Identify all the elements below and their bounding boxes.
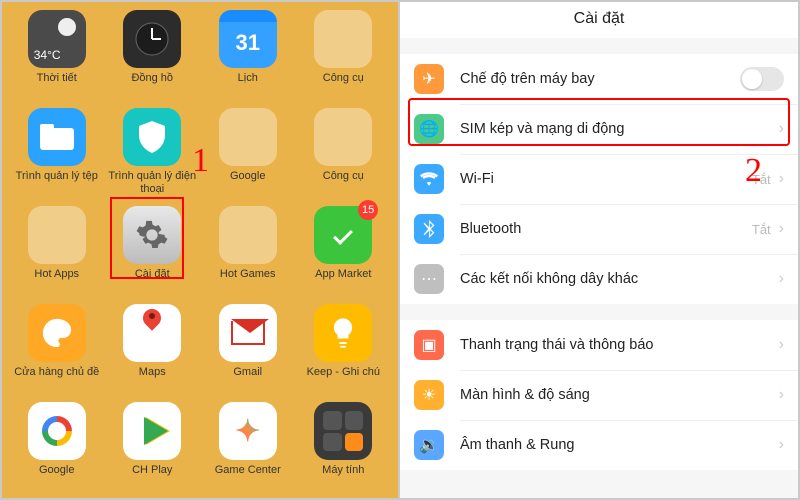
gmail-icon [219, 304, 277, 362]
market-icon: 15 [314, 206, 372, 264]
calculator-icon [314, 402, 372, 460]
airplane-icon: ✈ [414, 64, 444, 94]
notification-icon: ▣ [414, 330, 444, 360]
app-label: Google [230, 170, 265, 183]
annotation-number-2: 2 [745, 152, 762, 190]
chevron-right-icon: › [779, 220, 784, 238]
setting-label: Thanh trạng thái và thông báo [460, 337, 779, 353]
setting-label: Màn hình & độ sáng [460, 387, 779, 403]
palette-icon [28, 304, 86, 362]
chevron-right-icon: › [779, 170, 784, 188]
app-google[interactable]: Google [10, 402, 104, 496]
app-grid: 34°C Thời tiết Đồng hồ 31 Lịch C [2, 2, 398, 496]
app-label: Hot Games [220, 268, 276, 281]
chevron-right-icon: › [779, 436, 784, 454]
sound-icon: 🔉 [414, 430, 444, 460]
app-label: Thời tiết [37, 72, 77, 85]
setting-bluetooth[interactable]: Bluetooth Tắt › [400, 204, 798, 254]
chevron-right-icon: › [779, 386, 784, 404]
app-label: Maps [139, 366, 166, 379]
app-hot-apps-folder[interactable]: Hot Apps [10, 206, 104, 300]
app-weather[interactable]: 34°C Thời tiết [10, 10, 104, 104]
weather-icon: 34°C [28, 10, 86, 68]
dots-icon: ⋯ [414, 264, 444, 294]
app-ch-play[interactable]: CH Play [106, 402, 200, 496]
maps-icon [123, 304, 181, 362]
app-phone-manager[interactable]: Trình quản lý điện thoại [106, 108, 200, 202]
app-calendar[interactable]: 31 Lịch [201, 10, 295, 104]
app-label: Cửa hàng chủ đề [14, 366, 99, 379]
app-label: Máy tính [322, 464, 364, 477]
app-file-manager[interactable]: Trình quản lý tệp [10, 108, 104, 202]
app-tools-folder-2[interactable]: Công cụ [297, 108, 391, 202]
setting-status: Tắt [752, 222, 771, 237]
app-tools-folder-1[interactable]: Công cụ [297, 10, 391, 104]
settings-screen: Cài đặt ✈ Chế độ trên máy bay 🌐 SIM kép … [400, 2, 798, 498]
setting-status-bar[interactable]: ▣ Thanh trạng thái và thông báo › [400, 320, 798, 370]
toggle-off[interactable] [740, 67, 784, 91]
app-clock[interactable]: Đồng hồ [106, 10, 200, 104]
setting-label: Wi-Fi [460, 171, 752, 187]
app-market[interactable]: 15 App Market [297, 206, 391, 300]
setting-other-wireless[interactable]: ⋯ Các kết nối không dây khác › [400, 254, 798, 304]
setting-label: Âm thanh & Rung [460, 437, 779, 453]
folder-icon [314, 10, 372, 68]
app-maps[interactable]: Maps [106, 304, 200, 398]
setting-sound[interactable]: 🔉 Âm thanh & Rung › [400, 420, 798, 470]
app-label: Đồng hồ [131, 72, 173, 85]
shield-icon [123, 108, 181, 166]
app-hot-games-folder[interactable]: Hot Games [201, 206, 295, 300]
folder-icon [219, 108, 277, 166]
app-label: Trình quản lý tệp [16, 170, 98, 183]
folder-icon [219, 206, 277, 264]
app-label: Google [39, 464, 74, 477]
bluetooth-icon [414, 214, 444, 244]
app-keep[interactable]: Keep - Ghi chú [297, 304, 391, 398]
setting-label: Các kết nối không dây khác [460, 271, 779, 287]
setting-label: Bluetooth [460, 221, 752, 237]
app-label: CH Play [132, 464, 172, 477]
lightbulb-icon [314, 304, 372, 362]
clock-icon [123, 10, 181, 68]
settings-group-1: ✈ Chế độ trên máy bay 🌐 SIM kép và mạng … [400, 54, 798, 304]
setting-label: Chế độ trên máy bay [460, 71, 740, 87]
setting-airplane-mode[interactable]: ✈ Chế độ trên máy bay [400, 54, 798, 104]
google-icon [28, 402, 86, 460]
folder-icon [28, 206, 86, 264]
folder-icon [314, 108, 372, 166]
app-google-folder[interactable]: Google [201, 108, 295, 202]
app-label: Lịch [238, 72, 258, 85]
chevron-right-icon: › [779, 270, 784, 288]
badge: 15 [358, 200, 378, 220]
app-label: Game Center [215, 464, 281, 477]
app-label: Trình quản lý điện thoại [107, 170, 197, 195]
app-label: App Market [315, 268, 371, 281]
wifi-icon [414, 164, 444, 194]
game-center-icon: ✦ [219, 402, 277, 460]
setting-display[interactable]: ☀ Màn hình & độ sáng › [400, 370, 798, 420]
app-label: Gmail [233, 366, 262, 379]
sun-icon: ☀ [414, 380, 444, 410]
app-calculator[interactable]: Máy tính [297, 402, 391, 496]
home-screen: 34°C Thời tiết Đồng hồ 31 Lịch C [2, 2, 400, 498]
play-store-icon [123, 402, 181, 460]
app-label: Hot Apps [34, 268, 79, 281]
app-theme-store[interactable]: Cửa hàng chủ đề [10, 304, 104, 398]
annotation-box-2 [408, 98, 790, 146]
setting-wifi[interactable]: Wi-Fi Tắt › [400, 154, 798, 204]
annotation-box-1 [110, 197, 184, 279]
calendar-icon: 31 [219, 10, 277, 68]
app-label: Công cụ [323, 72, 364, 85]
annotation-number-1: 1 [192, 142, 209, 180]
chevron-right-icon: › [779, 336, 784, 354]
app-gmail[interactable]: Gmail [201, 304, 295, 398]
app-label: Keep - Ghi chú [307, 366, 380, 379]
settings-title: Cài đặt [400, 2, 798, 38]
app-game-center[interactable]: ✦ Game Center [201, 402, 295, 496]
app-label: Công cụ [323, 170, 364, 183]
folder-file-icon [28, 108, 86, 166]
settings-group-2: ▣ Thanh trạng thái và thông báo › ☀ Màn … [400, 320, 798, 470]
